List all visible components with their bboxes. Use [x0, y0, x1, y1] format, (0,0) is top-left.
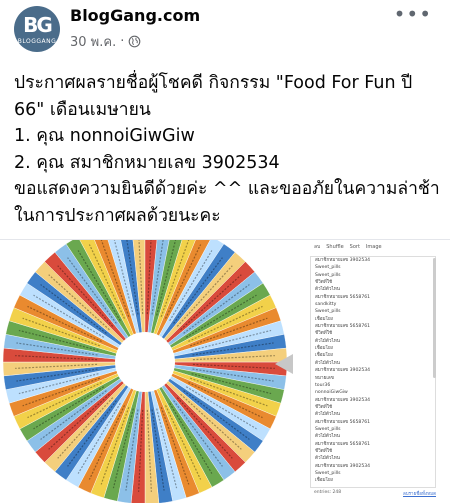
toolbar-button[interactable]: ลบ	[314, 243, 320, 251]
post-line: 66" เดือนเมษายน	[14, 99, 151, 120]
page-name-link[interactable]: BlogGang.com	[70, 6, 200, 25]
entry-item: Sweet_pills	[315, 265, 341, 271]
toolbar-button[interactable]: Shuffle	[326, 244, 343, 250]
entry-item: Sweet_pills	[315, 470, 341, 476]
entry-item: สมาชิกหมายเลข 3902534	[315, 397, 371, 403]
entry-item: ตัวไม้ตัวไหน	[315, 434, 340, 440]
entry-item: Sweet_pills	[315, 272, 341, 278]
wheel-hub[interactable]	[115, 332, 175, 392]
panel-toolbar: ลบ Shuffle Sort Image	[310, 240, 442, 254]
entry-item: เชื่อมโยง	[315, 316, 333, 322]
post-body: ประกาศผลรายชื่อผู้โชคดี กิจกรรม "Food Fo…	[14, 70, 440, 229]
entry-item: เชื่อมโยง	[315, 346, 333, 352]
toolbar-button[interactable]: Image	[366, 244, 382, 250]
post-header: BG BLOGGANG BlogGang.com 30 พ.ค. · •••	[0, 0, 450, 60]
clear-entries-link[interactable]: ลบรายชื่อทั้งหมด	[403, 490, 436, 497]
entry-item: สมาชิกหมายเลข 5658761	[315, 294, 371, 300]
logo-tagline: BLOGGANG	[17, 38, 57, 45]
entry-item: หมายเลข	[315, 375, 334, 381]
entry-item: ตัวไม้ตัวไหน	[315, 287, 340, 293]
bloggang-logo-icon: BG	[23, 13, 53, 37]
entry-item: sandkitty	[315, 302, 337, 308]
entry-item: ชีวิตที่ใช้	[315, 448, 333, 454]
entry-item: ตัวไม้ตัวไหน	[315, 456, 340, 462]
post-meta: 30 พ.ค. ·	[70, 31, 141, 52]
more-options-button[interactable]: •••	[394, 2, 432, 26]
meta-separator: ·	[120, 34, 125, 49]
post-date[interactable]: 30 พ.ค.	[70, 31, 116, 52]
post-line: 2. คุณ สมาชิกหมายเลข 3902534	[14, 152, 280, 173]
scrollbar[interactable]	[433, 258, 436, 378]
entry-item: สมาชิกหมายเลข 5658761	[315, 441, 371, 447]
entry-item: Sweet_pills	[315, 426, 341, 432]
panel-footer: entries: 248 ลบรายชื่อทั้งหมด	[314, 490, 436, 497]
entry-item: ชีวิตที่ใช้	[315, 331, 333, 337]
page-avatar[interactable]: BG BLOGGANG	[14, 6, 60, 52]
entry-item: ตัวไม้ตัวไหน	[315, 338, 340, 344]
entry-item: tour36	[315, 382, 331, 388]
entry-item: สมาชิกหมายเลข 5658761	[315, 324, 371, 330]
entries-count: entries: 248	[314, 490, 342, 495]
entry-item: เชื่อมโยง	[315, 478, 333, 484]
post-line: ประกาศผลรายชื่อผู้โชคดี กิจกรรม "Food Fo…	[14, 73, 413, 93]
entry-item: Sweet_pills	[315, 309, 341, 315]
entry-item: ชีวิตที่ใช้	[315, 404, 333, 410]
post-line: ในการประกาศผลด้วยนะคะ	[14, 205, 221, 226]
entry-item: nonnoiGiwGiw	[315, 390, 348, 396]
post-line: ขอแสดงความยินดีด้วยค่ะ ^^ และขออภัยในควา…	[14, 179, 440, 199]
entry-item: ตัวไม้ตัวไหน	[315, 412, 340, 418]
wheel-pointer-icon	[275, 354, 293, 374]
entry-item: สมาชิกหมายเลข 5658761	[315, 419, 371, 425]
entry-item: เชื่อมโยง	[315, 353, 333, 359]
entry-item: ชีวิตที่ใช้	[315, 280, 333, 286]
globe-icon	[129, 35, 141, 48]
entry-item: สมาชิกหมายเลข 3902534	[315, 463, 371, 469]
entry-item: สมาชิกหมายเลข 3902534	[315, 368, 371, 374]
prize-wheel	[2, 240, 288, 503]
entries-list[interactable]: สมาชิกหมายเลข 3902534 Sweet_pills Sweet_pi…	[310, 256, 436, 488]
entry-item: สมาชิกหมายเลข 3902534	[315, 258, 371, 263]
post-line: 1. คุณ nonnoiGiwGiw	[14, 126, 195, 146]
entries-panel: ลบ Shuffle Sort Image สมาชิกหมายเลข 3902…	[310, 240, 438, 502]
toolbar-button[interactable]: Sort	[350, 244, 360, 250]
entry-item: ตัวไม้ตัวไหน	[315, 360, 340, 366]
